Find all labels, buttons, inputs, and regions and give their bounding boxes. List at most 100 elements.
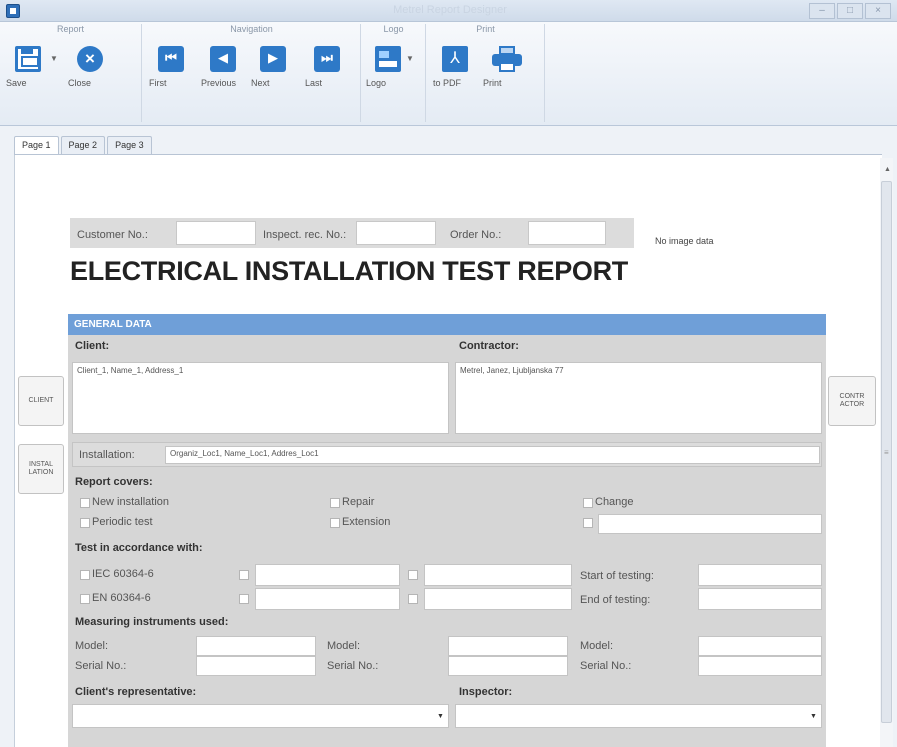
printer-icon — [492, 46, 522, 72]
serial-3-label: Serial No.: — [580, 660, 632, 672]
page-tabs: Page 1 Page 2 Page 3 — [14, 136, 152, 155]
ribbon-toolbar: Report Save ▼ × Close Navigation ⏮ First… — [0, 22, 897, 126]
model-3-input[interactable] — [698, 636, 822, 656]
next-button[interactable]: ▶ Next — [251, 46, 295, 88]
new-installation-checkbox[interactable] — [80, 498, 90, 508]
logo-label: Logo — [366, 78, 387, 88]
tab-page-2[interactable]: Page 2 — [60, 136, 106, 154]
iec-standard-label: IEC 60364-6 — [92, 568, 154, 580]
logo-dropdown-arrow[interactable]: ▼ — [406, 54, 414, 63]
navigation-group: Navigation ⏮ First ◀ Previous ▶ Next ⏭ L… — [143, 24, 361, 122]
close-window-button[interactable]: × — [865, 3, 891, 19]
installation-field[interactable]: Organiz_Loc1, Name_Loc1, Addres_Loc1 — [165, 446, 820, 464]
report-covers-label: Report covers: — [75, 476, 153, 488]
client-field[interactable]: Client_1, Name_1, Address_1 — [72, 362, 449, 434]
standard-2-input[interactable] — [255, 564, 400, 586]
general-data-form: GENERAL DATA Client: Client_1, Name_1, A… — [68, 314, 826, 747]
new-installation-label: New installation — [92, 496, 170, 508]
logo-image-icon — [375, 46, 401, 72]
start-testing-label: Start of testing: — [580, 570, 654, 582]
inspect-rec-no-label: Inspect. rec. No.: — [263, 229, 347, 241]
model-1-input[interactable] — [196, 636, 316, 656]
print-label: Print — [483, 78, 502, 88]
previous-label: Previous — [201, 78, 237, 88]
inspect-rec-no-input[interactable] — [356, 221, 436, 245]
en-checkbox[interactable] — [80, 594, 90, 604]
other-cover-input[interactable] — [598, 514, 822, 534]
last-label: Last — [305, 78, 323, 88]
navigation-group-label: Navigation — [230, 24, 273, 34]
client-representative-dropdown-icon[interactable]: ▼ — [437, 713, 444, 720]
periodic-test-checkbox[interactable] — [80, 518, 90, 528]
previous-button[interactable]: ◀ Previous — [201, 46, 245, 88]
standard-5-input[interactable] — [424, 588, 572, 610]
save-dropdown-arrow[interactable]: ▼ — [50, 54, 58, 63]
inspector-dropdown-icon[interactable]: ▼ — [810, 713, 817, 720]
change-checkbox[interactable] — [583, 498, 593, 508]
periodic-test-label: Periodic test — [92, 516, 153, 528]
pdf-icon: ⅄ — [442, 46, 468, 72]
logo-button[interactable]: Logo — [366, 46, 410, 88]
next-label: Next — [251, 78, 270, 88]
order-no-input[interactable] — [528, 221, 606, 245]
to-pdf-label: to PDF — [433, 78, 462, 88]
test-accordance-label: Test in accordance with: — [75, 542, 203, 554]
contractor-label: Contractor: — [459, 340, 519, 352]
contractor-side-button[interactable]: CONTR ACTOR — [828, 376, 876, 426]
contractor-field[interactable]: Metrel, Janez, Ljubljanska 77 — [455, 362, 822, 434]
serial-1-label: Serial No.: — [75, 660, 127, 672]
report-group-label: Report — [56, 24, 84, 34]
client-side-button[interactable]: CLIENT — [18, 376, 64, 426]
installation-side-button[interactable]: INSTAL LATION — [18, 444, 64, 494]
other-cover-checkbox[interactable] — [583, 518, 593, 528]
maximize-button[interactable]: □ — [837, 3, 863, 19]
serial-2-input[interactable] — [448, 656, 568, 676]
general-data-header: GENERAL DATA — [68, 314, 826, 335]
customer-info-row: Customer No.: Inspect. rec. No.: Order N… — [70, 218, 634, 248]
standard-3-input[interactable] — [255, 588, 400, 610]
standard-4-checkbox[interactable] — [408, 570, 418, 580]
repair-checkbox[interactable] — [330, 498, 340, 508]
app-icon — [6, 4, 20, 18]
inspector-select[interactable] — [455, 704, 822, 728]
previous-page-icon: ◀ — [210, 46, 236, 72]
order-no-label: Order No.: — [450, 229, 502, 241]
print-button[interactable]: Print — [483, 46, 527, 88]
minimize-button[interactable]: – — [809, 3, 835, 19]
save-icon — [15, 46, 41, 72]
window-title: Metrel Report Designer — [393, 4, 507, 16]
logo-placeholder: No image data — [655, 236, 714, 246]
standard-5-checkbox[interactable] — [408, 594, 418, 604]
installation-label: Installation: — [79, 449, 135, 461]
serial-1-input[interactable] — [196, 656, 316, 676]
standard-2-checkbox[interactable] — [239, 570, 249, 580]
start-testing-input[interactable] — [698, 564, 822, 586]
last-button[interactable]: ⏭ Last — [305, 46, 349, 88]
customer-no-input[interactable] — [176, 221, 256, 245]
report-group: Report Save ▼ × Close — [0, 24, 142, 122]
end-testing-input[interactable] — [698, 588, 822, 610]
close-icon: × — [77, 46, 103, 72]
report-title: ELECTRICAL INSTALLATION TEST REPORT — [70, 256, 628, 286]
print-group-label: Print — [476, 24, 495, 34]
save-button[interactable]: Save — [6, 46, 50, 88]
change-label: Change — [595, 496, 634, 508]
standard-4-input[interactable] — [424, 564, 572, 586]
client-representative-select[interactable] — [72, 704, 449, 728]
extension-checkbox[interactable] — [330, 518, 340, 528]
tab-page-1[interactable]: Page 1 — [14, 136, 59, 155]
serial-3-input[interactable] — [698, 656, 822, 676]
close-button[interactable]: × Close — [68, 46, 112, 88]
tab-page-3[interactable]: Page 3 — [107, 136, 152, 154]
scroll-up-arrow-icon[interactable]: ▲ — [884, 166, 891, 173]
next-page-icon: ▶ — [260, 46, 286, 72]
customer-no-label: Customer No.: — [77, 229, 148, 241]
to-pdf-button[interactable]: ⅄ to PDF — [433, 46, 477, 88]
model-1-label: Model: — [75, 640, 109, 652]
first-button[interactable]: ⏮ First — [149, 46, 193, 88]
model-3-label: Model: — [580, 640, 614, 652]
standard-3-checkbox[interactable] — [239, 594, 249, 604]
iec-checkbox[interactable] — [80, 570, 90, 580]
model-2-input[interactable] — [448, 636, 568, 656]
first-page-icon: ⏮ — [158, 46, 184, 72]
